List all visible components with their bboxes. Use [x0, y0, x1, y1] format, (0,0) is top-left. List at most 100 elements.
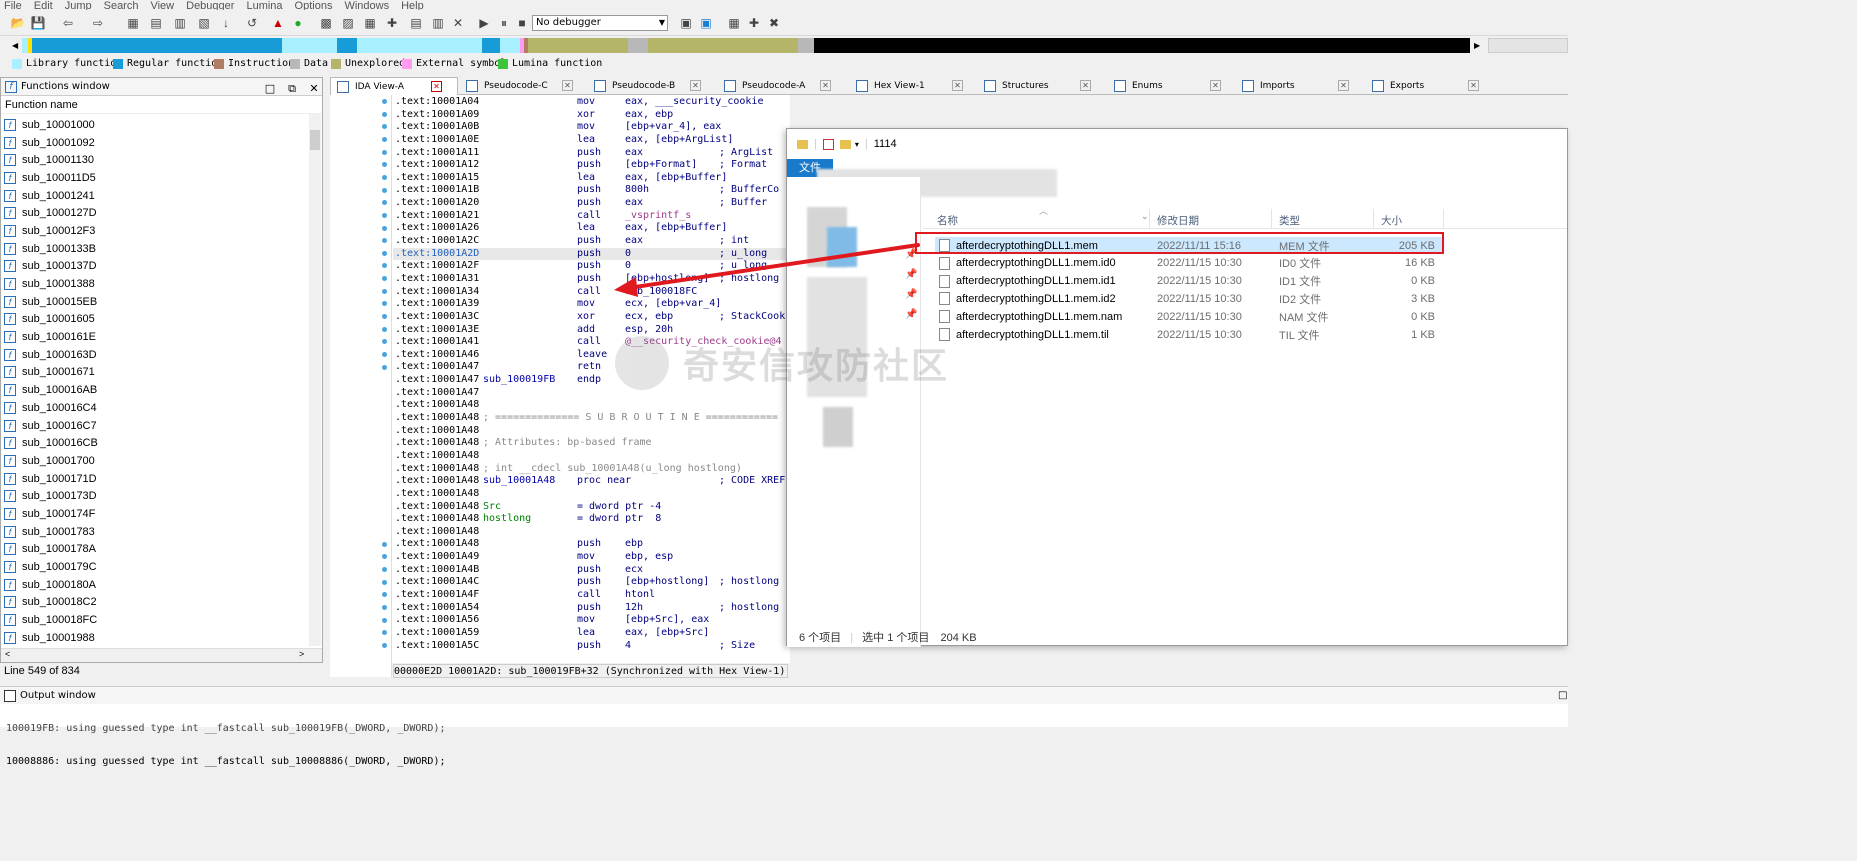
code-line[interactable]: .text:10001A48 hostlong = dword ptr 8: [393, 513, 788, 526]
menu-item-options[interactable]: Options: [295, 0, 333, 10]
menu-item-jump[interactable]: Jump: [65, 0, 92, 10]
code-line[interactable]: .text:10001A20 push eax ; Buffer: [393, 197, 788, 210]
code-line[interactable]: .text:10001A12 push [ebp+Format] ; Format: [393, 159, 788, 172]
toolbar-tool-icon[interactable]: ▨: [340, 15, 356, 31]
menu-item-search[interactable]: Search: [104, 0, 139, 10]
function-list-item[interactable]: f sub_10001092: [1, 134, 309, 152]
close-icon[interactable]: ✕: [450, 15, 466, 31]
code-line[interactable]: .text:10001A48; ============== S U B R O…: [393, 412, 788, 425]
code-line[interactable]: .text:10001A4F call htonl: [393, 589, 788, 602]
code-line[interactable]: .text:10001A11 push eax ; ArgList: [393, 147, 788, 160]
chevron-down-icon[interactable]: ⌄: [1141, 211, 1149, 222]
function-list-item[interactable]: f sub_10001783: [1, 523, 309, 541]
function-list-item[interactable]: f sub_10001130: [1, 151, 309, 169]
function-list-item[interactable]: f sub_100011D5: [1, 169, 309, 187]
column-date[interactable]: 修改日期: [1157, 213, 1199, 228]
toolbar-tool-icon[interactable]: ↺: [244, 15, 260, 31]
code-line[interactable]: .text:10001A48 Src = dword ptr -4: [393, 501, 788, 514]
tab-exports[interactable]: Exports ✕: [1366, 77, 1492, 95]
code-line[interactable]: .text:10001A48: [393, 450, 788, 463]
function-list-item[interactable]: f sub_10001671: [1, 364, 309, 382]
close-icon[interactable]: ✕: [1338, 80, 1349, 91]
pause-icon[interactable]: ⏸: [496, 15, 512, 31]
menu-item-debugger[interactable]: Debugger: [186, 0, 234, 10]
menu-item-windows[interactable]: Windows: [344, 0, 389, 10]
column-type[interactable]: 类型: [1279, 213, 1300, 228]
function-list-item[interactable]: f sub_1000179C: [1, 558, 309, 576]
scroll-right-icon[interactable]: >: [299, 649, 304, 659]
stop-icon[interactable]: ■: [514, 15, 530, 31]
file-row[interactable]: afterdecryptothingDLL1.mem.id2 2022/11/15…: [935, 290, 1443, 307]
function-list-item[interactable]: f sub_10001000: [1, 116, 309, 134]
close-icon[interactable]: ✕: [952, 80, 963, 91]
debugger-select[interactable]: No debugger ▼: [532, 15, 668, 31]
toolbar-tool-icon[interactable]: ▤: [408, 15, 424, 31]
save-icon[interactable]: 💾: [30, 15, 46, 31]
file-row[interactable]: afterdecryptothingDLL1.mem.id1 2022/11/15…: [935, 273, 1443, 290]
function-list-item[interactable]: f sub_10001700: [1, 452, 309, 470]
restore-icon[interactable]: □: [263, 80, 277, 98]
toolbar-tool-icon[interactable]: ▦: [362, 15, 378, 31]
code-line[interactable]: .text:10001A15 lea eax, [ebp+Buffer]: [393, 172, 788, 185]
new-folder-icon[interactable]: [839, 139, 851, 149]
code-line[interactable]: .text:10001A1B push 800h ; BufferCo: [393, 184, 788, 197]
file-row[interactable]: afterdecryptothingDLL1.mem.nam 2022/11/15…: [935, 308, 1443, 325]
toolbar-tool-icon[interactable]: ▥: [430, 15, 446, 31]
code-line[interactable]: .text:10001A48: [393, 526, 788, 539]
code-line[interactable]: .text:10001A49 mov ebp, esp: [393, 551, 788, 564]
code-line[interactable]: .text:10001A09 xor eax, ebp: [393, 109, 788, 122]
code-line[interactable]: .text:10001A0B mov [ebp+var_4], eax: [393, 121, 788, 134]
column-name[interactable]: 名称: [937, 213, 958, 228]
function-list-item[interactable]: f sub_1000180A: [1, 576, 309, 594]
code-line[interactable]: .text:10001A48 push ebp: [393, 538, 788, 551]
code-line[interactable]: .text:10001A39 mov ecx, [ebp+var_4]: [393, 298, 788, 311]
function-list-item[interactable]: f sub_100016C4: [1, 399, 309, 417]
graph-icon[interactable]: ▲: [270, 15, 286, 31]
toolbar-tool-icon[interactable]: ▦: [726, 15, 742, 31]
close-icon[interactable]: ✕: [1080, 80, 1091, 91]
toolbar-tool-icon[interactable]: ▣: [678, 15, 694, 31]
menu-item-help[interactable]: Help: [401, 0, 424, 10]
function-list-item[interactable]: f sub_1000161E: [1, 328, 309, 346]
code-line[interactable]: .text:10001A4C push [ebp+hostlong] ; hostlo…: [393, 576, 788, 589]
code-line[interactable]: .text:10001A48: [393, 488, 788, 501]
function-list-item[interactable]: f sub_1000178A: [1, 541, 309, 559]
code-line[interactable]: .text:10001A3C xor ecx, ebp ; StackCook: [393, 311, 788, 324]
vertical-scrollbar[interactable]: [309, 114, 321, 646]
code-line[interactable]: .text:10001A48: [393, 425, 788, 438]
toolbar-tool-icon[interactable]: ▩: [318, 15, 334, 31]
toolbar-tool-icon[interactable]: ▣: [698, 15, 714, 31]
toolbar-tool-icon[interactable]: ▦: [125, 15, 141, 31]
function-list-item[interactable]: f sub_100018C2: [1, 594, 309, 612]
horizontal-scrollbar[interactable]: < >: [1, 648, 322, 662]
toolbar-tool-icon[interactable]: ▤: [148, 15, 164, 31]
close-icon[interactable]: ✕: [1468, 80, 1479, 91]
menu-item-file[interactable]: File: [4, 0, 22, 10]
code-line[interactable]: .text:10001A4B push ecx: [393, 564, 788, 577]
close-icon[interactable]: ✕: [690, 80, 701, 91]
close-icon[interactable]: ✕: [562, 80, 573, 91]
code-line[interactable]: .text:10001A48; int __cdecl sub_10001A48…: [393, 463, 788, 476]
toolbar-tool-icon[interactable]: ▧: [196, 15, 212, 31]
code-line[interactable]: .text:10001A54 push 12h ; hostlong: [393, 602, 788, 615]
function-list-item[interactable]: f sub_100016C7: [1, 417, 309, 435]
properties-icon[interactable]: [822, 138, 834, 150]
forward-icon[interactable]: ⇨: [90, 15, 106, 31]
code-line[interactable]: .text:10001A48 sub_10001A48 proc near ; COD…: [393, 475, 788, 488]
close-icon[interactable]: ✕: [1210, 80, 1221, 91]
tab-pseudocode-c[interactable]: Pseudocode-C ✕: [460, 77, 586, 95]
nav-right-arrow-icon[interactable]: ▶: [1474, 41, 1480, 50]
function-list-item[interactable]: f sub_1000171D: [1, 470, 309, 488]
function-list-item[interactable]: f sub_10001388: [1, 275, 309, 293]
code-line[interactable]: .text:10001A04 mov eax, ___security_cookie: [393, 96, 788, 109]
menu-item-lumina[interactable]: Lumina: [246, 0, 282, 10]
green-circle-icon[interactable]: ●: [290, 15, 306, 31]
toolbar-tool-icon[interactable]: ▥: [172, 15, 188, 31]
code-line[interactable]: .text:10001A5C push 4 ; Size: [393, 640, 788, 653]
menu-item-view[interactable]: View: [150, 0, 174, 10]
tab-hex-view-1[interactable]: Hex View-1 ✕: [850, 77, 976, 95]
function-list-item[interactable]: f sub_1000174F: [1, 505, 309, 523]
tab-structures[interactable]: Structures ✕: [978, 77, 1104, 95]
file-row[interactable]: afterdecryptothingDLL1.mem.id0 2022/11/15…: [935, 255, 1443, 272]
code-line[interactable]: .text:10001A21 call _vsprintf_s: [393, 210, 788, 223]
